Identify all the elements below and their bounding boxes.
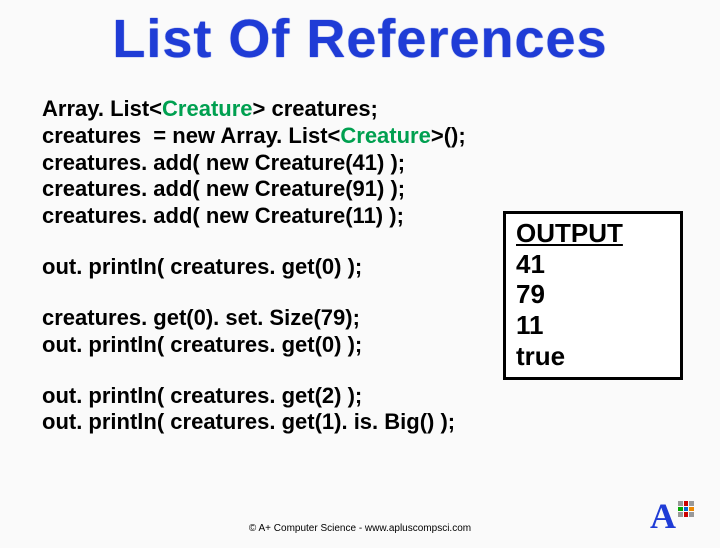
code-line-2: creatures = new Array. List<Creature>(); [42, 123, 700, 150]
output-value-3: 11 [516, 310, 670, 341]
output-value-1: 41 [516, 249, 670, 280]
output-box: OUTPUT 41 79 11 true [503, 211, 683, 380]
code-line-1: Array. List<Creature> creatures; [42, 96, 700, 123]
output-value-4: true [516, 341, 670, 372]
output-value-2: 79 [516, 279, 670, 310]
footer-copyright: © A+ Computer Science - www.apluscompsci… [0, 523, 720, 534]
code-line-10: out. println( creatures. get(1). is. Big… [42, 409, 700, 436]
slide-title: List Of References [0, 8, 720, 70]
code-line-4: creatures. add( new Creature(91) ); [42, 176, 700, 203]
code-line-3: creatures. add( new Creature(41) ); [42, 150, 700, 177]
aplus-logo: A [650, 494, 706, 538]
code-line-9: out. println( creatures. get(2) ); [42, 383, 700, 410]
plus-icon [678, 501, 694, 517]
logo-letter: A [650, 495, 676, 537]
output-header: OUTPUT [516, 218, 670, 249]
